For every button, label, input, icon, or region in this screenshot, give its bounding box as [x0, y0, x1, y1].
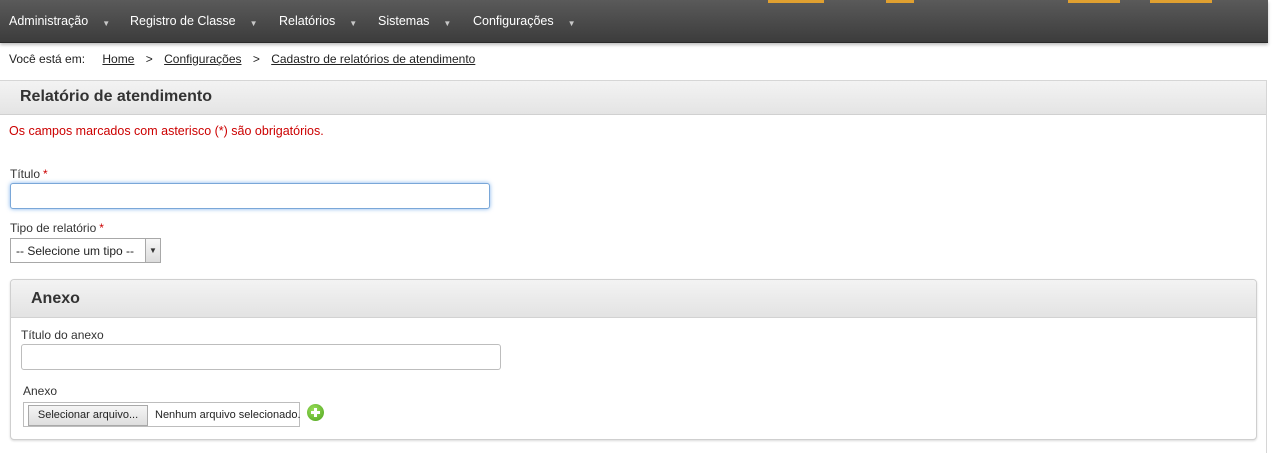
- menu-item-label: Registro de Classe: [130, 14, 236, 28]
- select-file-button[interactable]: Selecionar arquivo...: [28, 405, 148, 426]
- menu-accent-strip: [1068, 0, 1120, 3]
- titulo-input[interactable]: [10, 183, 490, 209]
- menu-item-configuracoes[interactable]: Configurações ▼: [473, 0, 576, 42]
- required-asterisk: *: [43, 167, 48, 181]
- menu-item-label: Relatórios: [279, 14, 336, 28]
- required-fields-note: Os campos marcados com asterisco (*) são…: [9, 124, 324, 138]
- chevron-down-icon: ▼: [102, 19, 111, 28]
- chevron-down-icon: ▼: [567, 19, 576, 28]
- anexo-label: Anexo: [23, 384, 58, 398]
- menu-item-label: Configurações: [473, 14, 554, 28]
- breadcrumb: Você está em: Home > Configurações > Cad…: [9, 52, 475, 66]
- tipo-relatorio-select[interactable]: -- Selecione um tipo -- ▼: [10, 238, 161, 263]
- menu-accent-strip: [886, 0, 914, 3]
- titulo-label: Título *: [10, 167, 48, 181]
- breadcrumb-separator: >: [145, 52, 153, 66]
- required-asterisk: *: [99, 221, 104, 235]
- tipo-relatorio-label: Tipo de relatório *: [10, 221, 104, 235]
- page-title: Relatório de atendimento: [20, 88, 213, 105]
- breadcrumb-link-home[interactable]: Home: [102, 52, 134, 66]
- menu-item-label: Administração: [9, 14, 89, 28]
- add-circle-icon[interactable]: [307, 404, 324, 421]
- select-value: -- Selecione um tipo --: [16, 244, 135, 258]
- breadcrumb-link-cadastro[interactable]: Cadastro de relatórios de atendimento: [271, 52, 475, 66]
- menu-item-sistemas[interactable]: Sistemas ▼: [378, 0, 451, 42]
- chevron-down-icon[interactable]: ▼: [145, 239, 160, 262]
- tipo-relatorio-label-text: Tipo de relatório: [10, 221, 97, 235]
- menu-item-relatorios[interactable]: Relatórios ▼: [279, 0, 357, 42]
- breadcrumb-separator: >: [252, 52, 260, 66]
- menu-accent-strip: [1150, 0, 1212, 3]
- chevron-down-icon: ▼: [349, 19, 358, 28]
- breadcrumb-link-configuracoes[interactable]: Configurações: [164, 52, 241, 66]
- menu-item-administracao[interactable]: Administração ▼: [9, 0, 110, 42]
- titulo-anexo-input[interactable]: [21, 344, 501, 370]
- breadcrumb-lead: Você está em:: [9, 52, 86, 66]
- titulo-anexo-label: Título do anexo: [21, 328, 104, 342]
- chevron-down-icon: ▼: [249, 19, 258, 28]
- titulo-label-text: Título: [10, 167, 41, 181]
- file-status-text: Nenhum arquivo selecionado.: [155, 409, 301, 421]
- anexo-panel-title: Anexo: [31, 290, 80, 307]
- menu-item-label: Sistemas: [378, 14, 430, 28]
- top-menu-bar: Administração ▼ Registro de Classe ▼ Relat…: [0, 0, 1268, 43]
- chevron-down-icon: ▼: [443, 19, 452, 28]
- file-input[interactable]: Selecionar arquivo... Nenhum arquivo sel…: [23, 402, 301, 427]
- menu-item-registro-de-classe[interactable]: Registro de Classe ▼: [130, 0, 258, 42]
- menu-accent-strip: [768, 0, 824, 3]
- anexo-panel-header: Anexo: [11, 280, 1256, 318]
